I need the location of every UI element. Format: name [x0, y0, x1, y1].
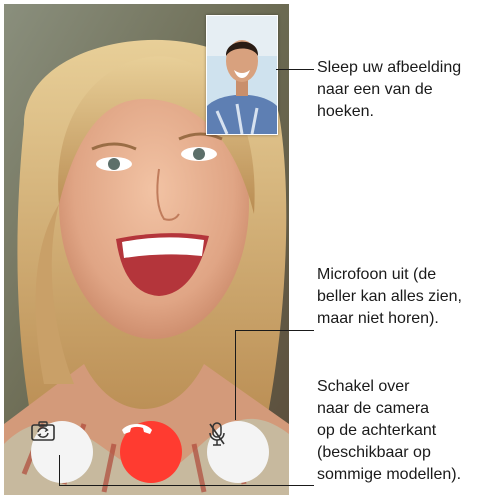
callout-line: sommige modellen).	[317, 466, 462, 483]
callout-line: Sleep uw afbeelding	[317, 59, 462, 76]
callout-line: Microfoon uit (de	[317, 266, 437, 283]
end-call-button[interactable]	[120, 421, 182, 483]
mute-button[interactable]	[207, 421, 269, 483]
callout-line: hoeken.	[317, 103, 374, 120]
self-view-video	[207, 16, 277, 134]
callout-drag-thumbnail: Sleep uw afbeelding naar een van de hoek…	[317, 57, 461, 123]
callout-line: Schakel over	[317, 378, 410, 395]
callout-line: op de achterkant	[317, 422, 437, 439]
callout-mute: Microfoon uit (de beller kan alles zien,…	[317, 264, 462, 330]
flip-camera-button[interactable]	[31, 421, 93, 483]
callout-line: beller kan alles zien,	[317, 288, 462, 305]
callout-line-flip-v	[59, 455, 60, 485]
facetime-call-screen	[4, 4, 289, 495]
callout-line-mute-v	[235, 330, 236, 420]
callout-line: (beschikbaar op	[317, 444, 431, 461]
callout-line-mute-h	[235, 330, 314, 331]
callout-line: maar niet horen).	[317, 310, 439, 327]
callout-line: naar de camera	[317, 400, 430, 417]
self-view-thumbnail[interactable]	[206, 15, 278, 135]
callout-line-flip-h	[59, 485, 314, 486]
callout-line-pip	[276, 69, 314, 70]
callout-flip-camera: Schakel over naar de camera op de achter…	[317, 376, 461, 486]
callout-line: naar een van de	[317, 81, 433, 98]
